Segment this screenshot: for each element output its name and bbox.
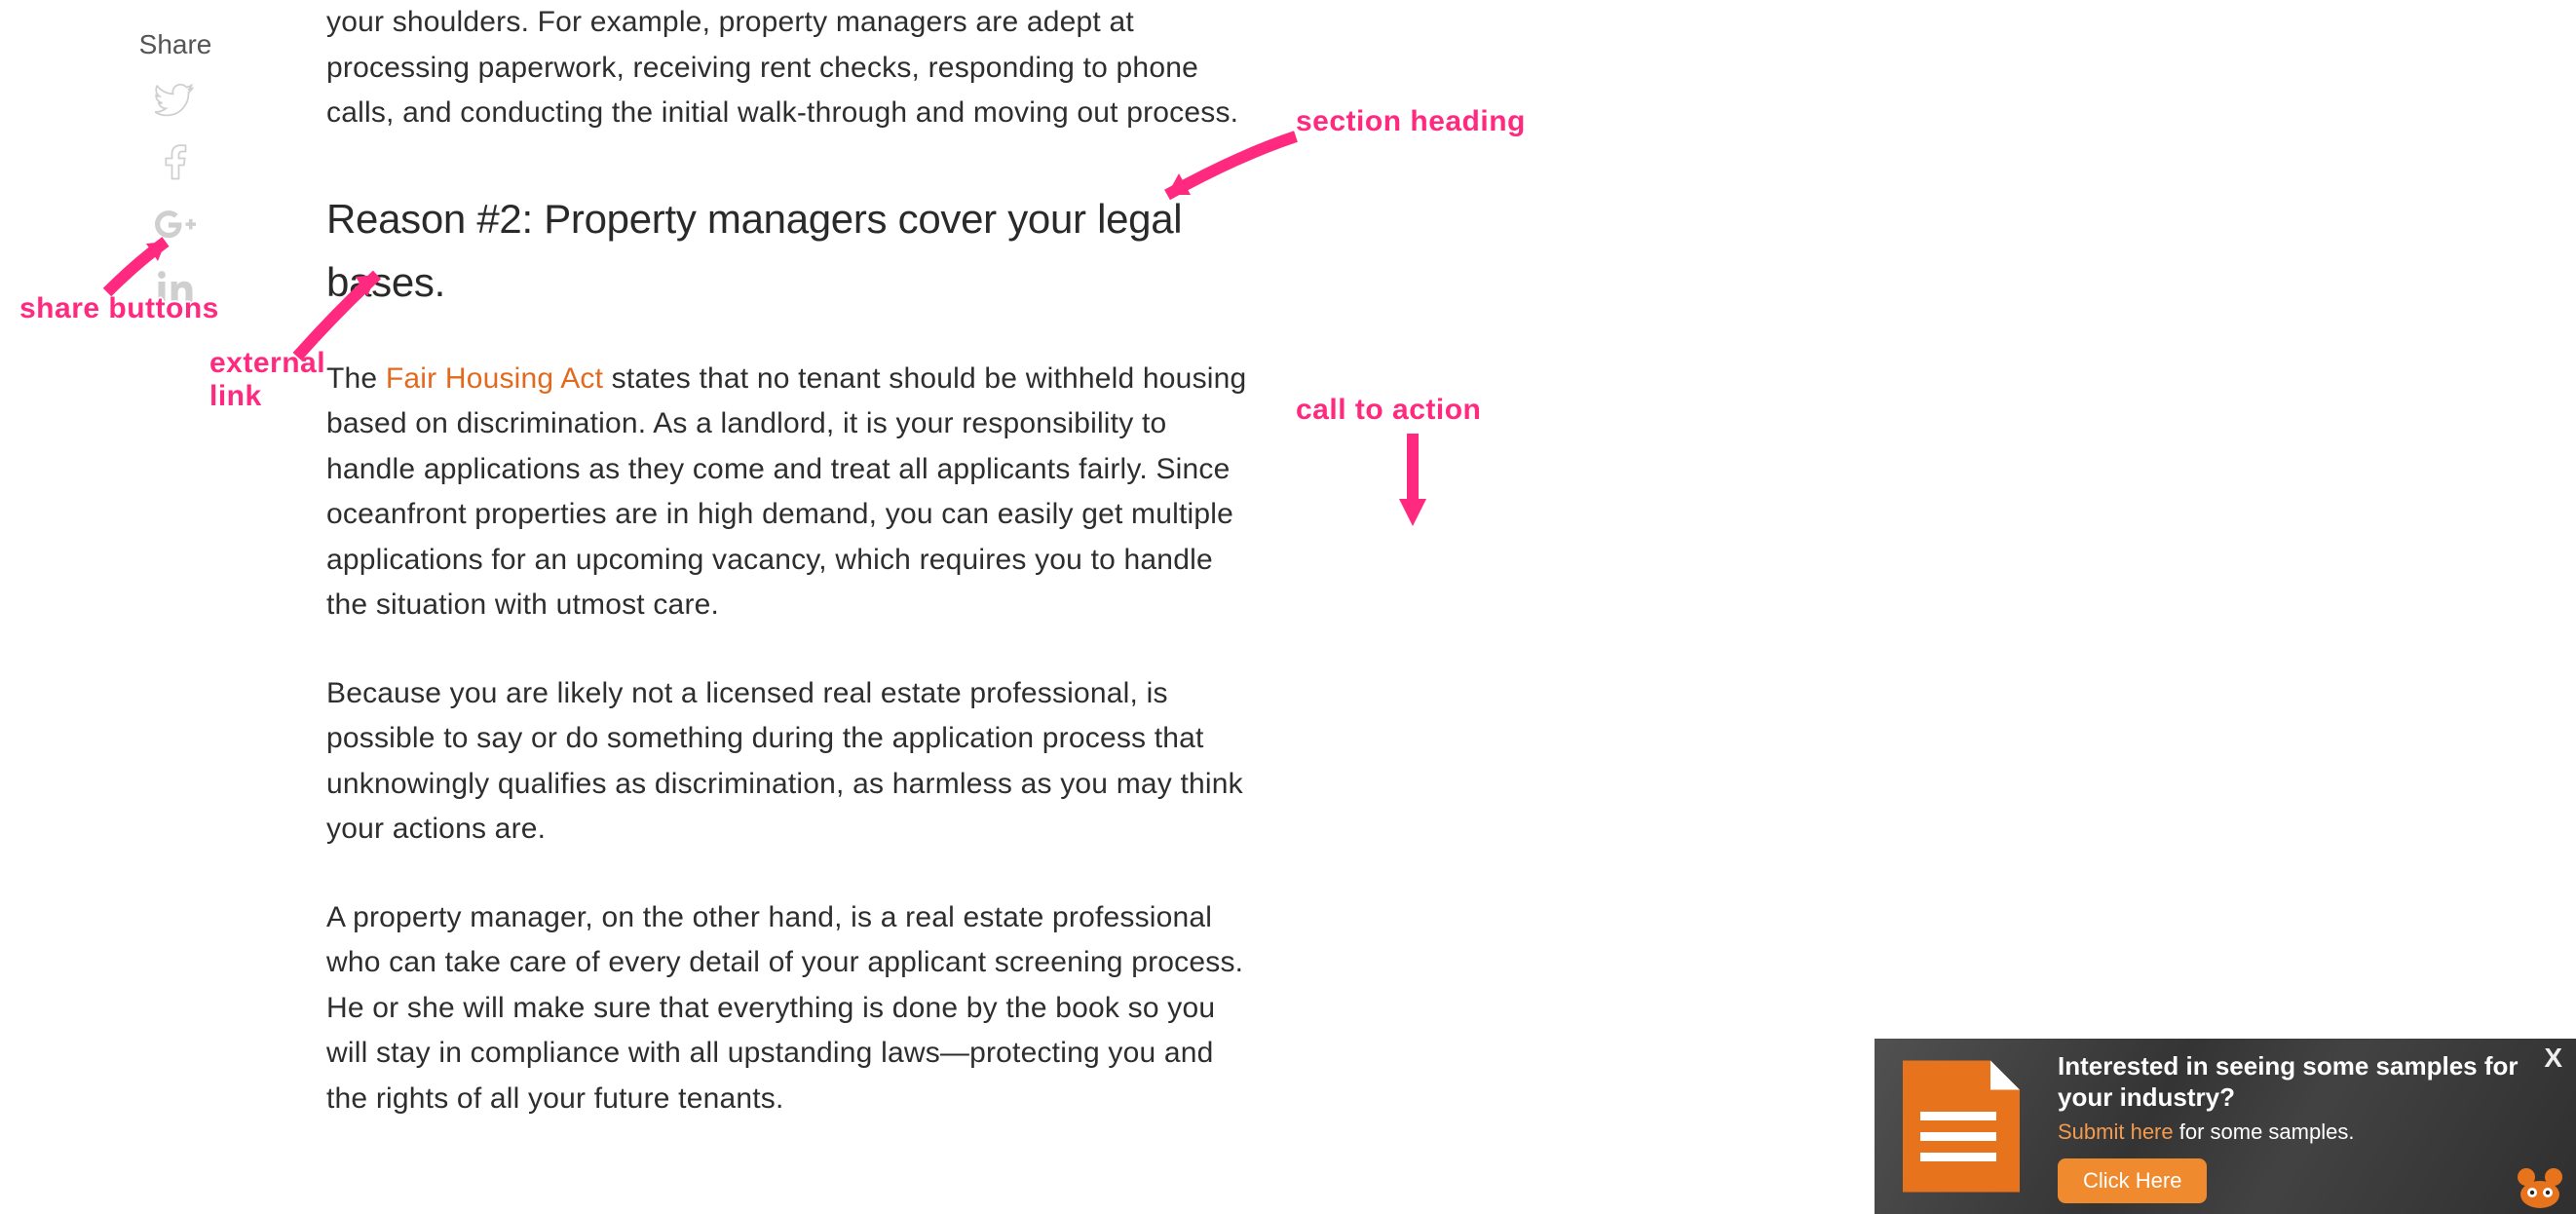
annotation-arrow bbox=[1383, 429, 1442, 541]
section-heading: Reason #2: Property managers cover your … bbox=[326, 187, 1262, 314]
share-label: Share bbox=[107, 29, 244, 60]
cta-headline: Interested in seeing some samples for yo… bbox=[2058, 1050, 2549, 1114]
twitter-icon bbox=[155, 78, 196, 119]
article-body: your shoulders. For example, property ma… bbox=[326, 0, 1262, 1164]
share-googleplus-button[interactable] bbox=[155, 205, 196, 250]
share-twitter-button[interactable] bbox=[155, 78, 196, 124]
google-plus-icon bbox=[155, 205, 196, 246]
cta-click-here-button[interactable]: Click Here bbox=[2058, 1158, 2207, 1203]
article-paragraph: Because you are likely not a licensed re… bbox=[326, 671, 1262, 853]
linkedin-icon bbox=[155, 268, 196, 309]
annotation-external-link: external link bbox=[209, 347, 325, 413]
share-linkedin-button[interactable] bbox=[155, 268, 196, 314]
text-fragment: states that no tenant should be withheld… bbox=[326, 362, 1246, 622]
cta-subtext-rest: for some samples. bbox=[2174, 1119, 2355, 1144]
article-paragraph: your shoulders. For example, property ma… bbox=[326, 0, 1262, 136]
cta-popup: Interested in seeing some samples for yo… bbox=[1875, 1039, 2576, 1214]
article-paragraph: The Fair Housing Act states that no tena… bbox=[326, 357, 1262, 628]
cta-text-block: Interested in seeing some samples for yo… bbox=[2058, 1050, 2576, 1203]
share-icons-list bbox=[107, 78, 244, 314]
cta-submit-link[interactable]: Submit here bbox=[2058, 1119, 2174, 1144]
facebook-icon bbox=[155, 141, 196, 182]
article-paragraph: A property manager, on the other hand, i… bbox=[326, 895, 1262, 1122]
cta-subtext: Submit here for some samples. bbox=[2058, 1119, 2549, 1145]
fair-housing-act-link[interactable]: Fair Housing Act bbox=[386, 362, 603, 395]
cta-close-button[interactable]: X bbox=[2544, 1044, 2562, 1072]
annotation-call-to-action: call to action bbox=[1296, 394, 1481, 427]
share-sidebar: Share bbox=[107, 29, 244, 314]
text-fragment: The bbox=[326, 362, 386, 395]
cta-mascot-icon bbox=[2514, 1165, 2566, 1208]
document-icon bbox=[1888, 1053, 2034, 1199]
share-facebook-button[interactable] bbox=[155, 141, 196, 187]
annotation-section-heading: section heading bbox=[1296, 105, 1526, 138]
